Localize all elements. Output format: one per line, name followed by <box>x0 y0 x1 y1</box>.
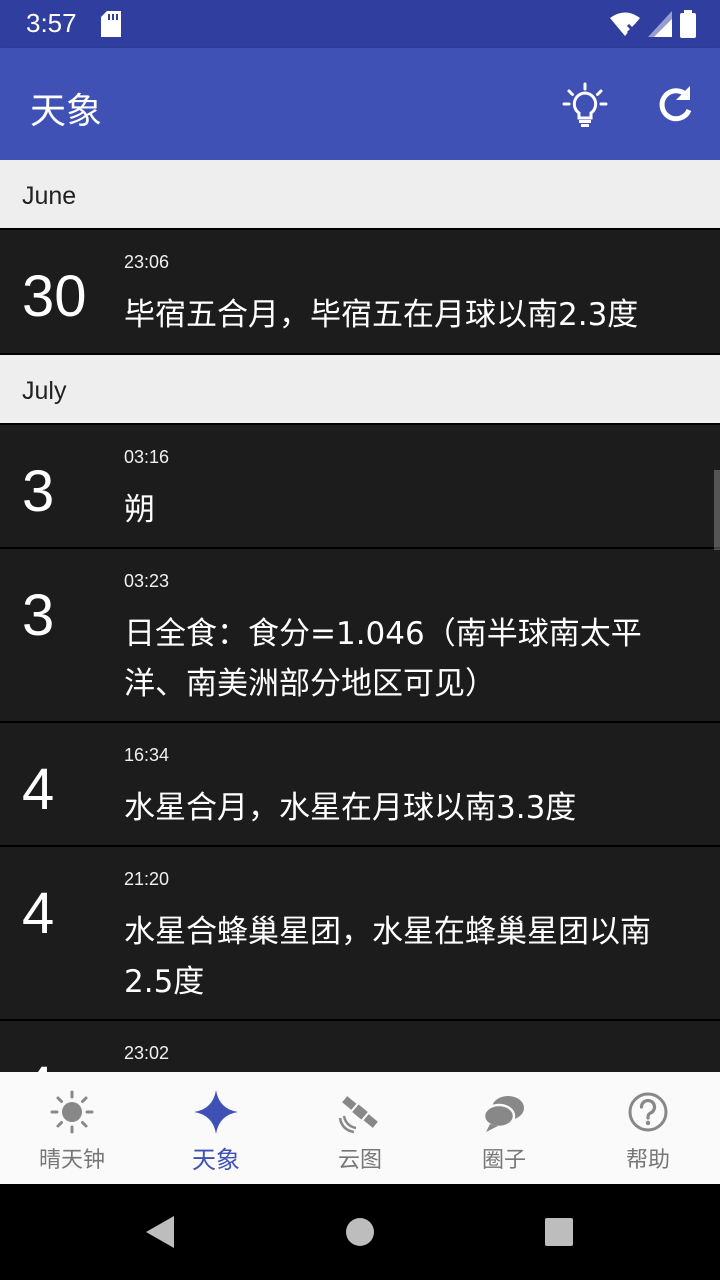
month-header-july: July <box>0 355 720 425</box>
system-navigation-bar <box>0 1184 720 1280</box>
nav-item-help[interactable]: 帮助 <box>576 1072 720 1184</box>
event-row[interactable]: 30 23:06 毕宿五合月，毕宿五在月球以南2.3度 <box>0 230 720 355</box>
sun-icon <box>50 1090 94 1134</box>
bottom-navigation: 晴天钟 天象 云图 圈子 帮助 <box>0 1072 720 1184</box>
nav-label: 晴天钟 <box>38 1148 105 1173</box>
event-time: 03:16 <box>124 447 170 467</box>
event-row[interactable]: 4 16:34 水星合月，水星在月球以南3.3度 <box>0 723 720 847</box>
event-time: 03:23 <box>124 571 170 591</box>
event-time: 16:34 <box>124 745 170 765</box>
scrollbar-thumb[interactable] <box>714 470 720 550</box>
battery-icon <box>680 10 696 42</box>
month-header-june: June <box>0 160 720 230</box>
event-day: 4 <box>22 1059 54 1073</box>
nav-item-community[interactable]: 圈子 <box>432 1072 576 1184</box>
event-row[interactable]: 4 21:20 水星合蜂巢星团，水星在蜂巢星团以南2.5度 <box>0 847 720 1021</box>
help-icon <box>628 1092 668 1132</box>
event-row[interactable]: 3 03:16 朔 <box>0 425 720 549</box>
recents-icon[interactable] <box>544 1217 574 1247</box>
nav-label: 帮助 <box>625 1148 670 1173</box>
nav-item-clear-sky-clock[interactable]: 晴天钟 <box>0 1072 144 1184</box>
event-list[interactable]: June 30 23:06 毕宿五合月，毕宿五在月球以南2.3度 July 3 … <box>0 160 720 1072</box>
nav-label: 圈子 <box>481 1148 526 1173</box>
status-bar: 3:57 <box>0 0 720 48</box>
satellite-icon <box>338 1096 378 1134</box>
sd-card-icon <box>101 11 121 41</box>
lightbulb-button[interactable] <box>562 82 608 128</box>
event-day: 3 <box>22 583 55 648</box>
event-time: 23:02 <box>124 1043 170 1063</box>
app-title: 天象 <box>30 91 103 132</box>
event-description: 日全食：食分=1.046（南半球南太平洋、南美洲部分地区可见） <box>124 616 642 702</box>
event-day: 4 <box>22 757 55 822</box>
nav-item-astronomy[interactable]: 天象 <box>144 1072 288 1184</box>
event-description: 水星合月，水星在月球以南3.3度 <box>124 790 577 826</box>
star-icon <box>194 1090 238 1134</box>
event-description: 朔 <box>124 492 155 528</box>
event-day: 3 <box>22 459 55 524</box>
event-description: 毕宿五合月，毕宿五在月球以南2.3度 <box>124 297 639 333</box>
event-day: 30 <box>22 264 87 329</box>
event-day: 4 <box>22 881 55 946</box>
event-description: 水星合蜂巢星团，水星在蜂巢星团以南2.5度 <box>124 914 651 1000</box>
wifi-icon <box>610 11 640 41</box>
status-time: 3:57 <box>26 8 77 38</box>
nav-label: 天象 <box>192 1146 240 1174</box>
event-time: 21:20 <box>124 869 170 889</box>
refresh-button[interactable] <box>652 82 698 128</box>
event-time: 23:06 <box>124 252 170 272</box>
back-icon[interactable] <box>144 1214 176 1250</box>
lightbulb-icon <box>562 82 608 127</box>
cell-signal-icon <box>648 11 672 41</box>
chat-bubbles-icon <box>482 1096 524 1132</box>
app-bar: 天象 <box>0 48 720 160</box>
nav-label: 云图 <box>337 1148 382 1173</box>
event-row[interactable]: 3 03:23 日全食：食分=1.046（南半球南太平洋、南美洲部分地区可见） <box>0 549 720 723</box>
home-icon[interactable] <box>344 1216 376 1248</box>
event-row[interactable]: 4 23:02 <box>0 1021 720 1072</box>
refresh-icon <box>659 86 692 122</box>
nav-item-cloud-map[interactable]: 云图 <box>288 1072 432 1184</box>
